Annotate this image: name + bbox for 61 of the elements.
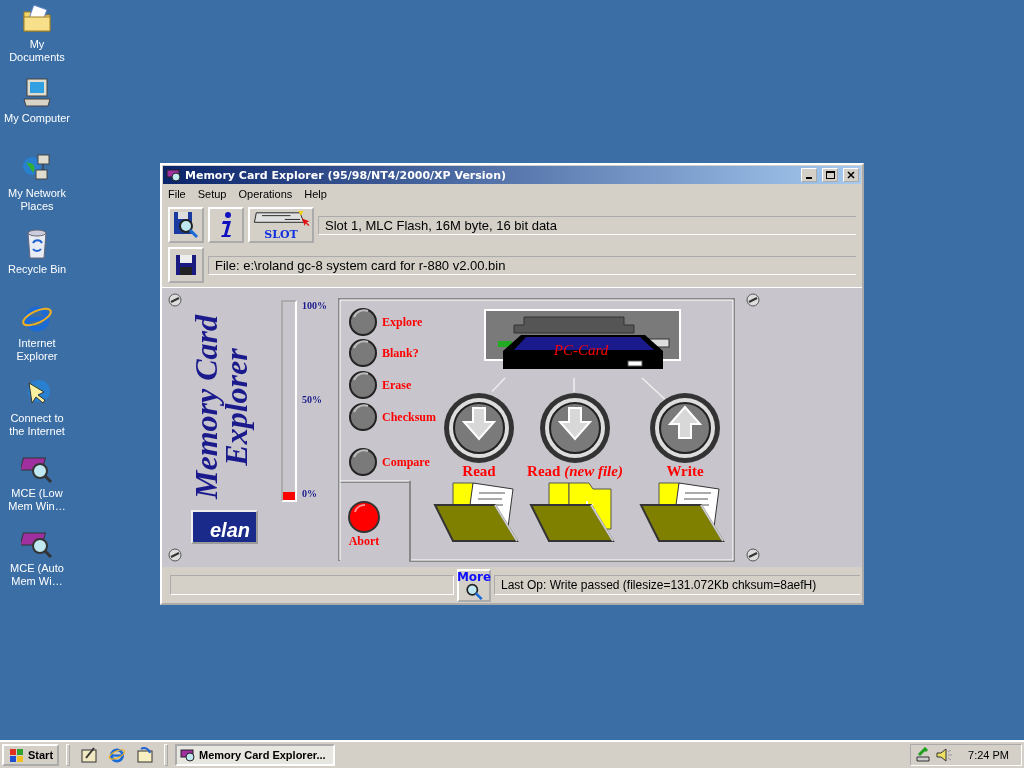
icon-label[interactable]: My Documents: [2, 38, 72, 64]
menu-item[interactable]: Setup: [197, 188, 227, 202]
taskbar-button[interactable]: Memory Card Explorer...: [175, 744, 336, 766]
card-label: PC-Card: [552, 342, 610, 359]
icon-label[interactable]: MCE (Low Mem Win…: [2, 487, 72, 513]
round-knob-icon: [348, 307, 378, 337]
screw-icon: [168, 548, 182, 562]
transfer-label: Read (new file): [527, 463, 623, 480]
icon-label[interactable]: My Computer: [2, 112, 72, 125]
window-title: Memory Card Explorer (95/98/NT4/2000/XP Version): [185, 168, 508, 182]
computer-icon: [21, 77, 53, 109]
abort-knob-icon: [347, 500, 381, 534]
file-path-field: File: e:\roland gc-8 system card for r-880 v2.00.bin: [208, 255, 856, 275]
info-button[interactable]: [208, 207, 244, 243]
icon-label[interactable]: Recycle Bin: [2, 263, 72, 276]
close-button[interactable]: [843, 168, 859, 182]
maximize-button[interactable]: [822, 168, 838, 182]
brand-logo: elan: [191, 510, 258, 544]
more-button[interactable]: More: [457, 568, 491, 602]
clock: 7:24 PM: [968, 749, 1009, 761]
round-knob-icon: [348, 447, 378, 477]
download-button[interactable]: [442, 391, 516, 465]
screw-icon: [746, 293, 760, 307]
disk-magnifier-icon: [171, 210, 201, 240]
save-button[interactable]: [168, 247, 204, 283]
menu-item[interactable]: File: [168, 188, 186, 202]
explore-button[interactable]: [168, 207, 204, 243]
minimize-icon: [806, 177, 812, 179]
speaker-icon[interactable]: [935, 747, 953, 763]
app-icon: [166, 167, 182, 183]
icon-label[interactable]: Internet Explorer: [2, 337, 72, 363]
screw-icon: [168, 293, 182, 307]
folder-icon: [21, 3, 53, 35]
icon-label[interactable]: MCE (Auto Mem Wi…: [2, 562, 72, 588]
menu-item[interactable]: Operations: [238, 188, 293, 202]
icon-label[interactable]: Connect to the Internet: [2, 412, 72, 438]
progress-tick-label: 0%: [302, 488, 317, 499]
round-knob-icon: [348, 370, 378, 400]
progress-tick-label: 50%: [302, 394, 322, 405]
maximize-icon: [825, 171, 835, 179]
start-button[interactable]: Start: [2, 744, 60, 766]
close-icon: [847, 171, 855, 179]
minimize-button[interactable]: [801, 168, 817, 182]
last-operation-field: Last Op: Write passed (filesize=131.072Kb chksum=8aefH): [494, 575, 860, 595]
slot-button[interactable]: SLOT: [248, 207, 314, 243]
slot-info-field: Slot 1, MLC Flash, 16M byte, 16 bit data: [318, 215, 856, 235]
download-button[interactable]: [538, 391, 612, 465]
screw-icon: [746, 548, 760, 562]
transfer-label: Read: [462, 463, 496, 480]
app-icon: [180, 747, 197, 763]
windows-flag-icon: [8, 747, 26, 763]
round-knob-icon: [348, 402, 378, 432]
card-slot-icon: [251, 209, 311, 228]
menu-item[interactable]: Help: [304, 188, 327, 202]
icon-label[interactable]: My Network Places: [2, 187, 72, 213]
progress-tick-label: 100%: [302, 300, 327, 311]
transfer-label: Write: [666, 463, 704, 480]
round-knob-icon: [348, 338, 378, 368]
upload-button[interactable]: [648, 391, 722, 465]
hardware-icon[interactable]: [915, 747, 933, 763]
magnifier-icon: [463, 582, 485, 600]
